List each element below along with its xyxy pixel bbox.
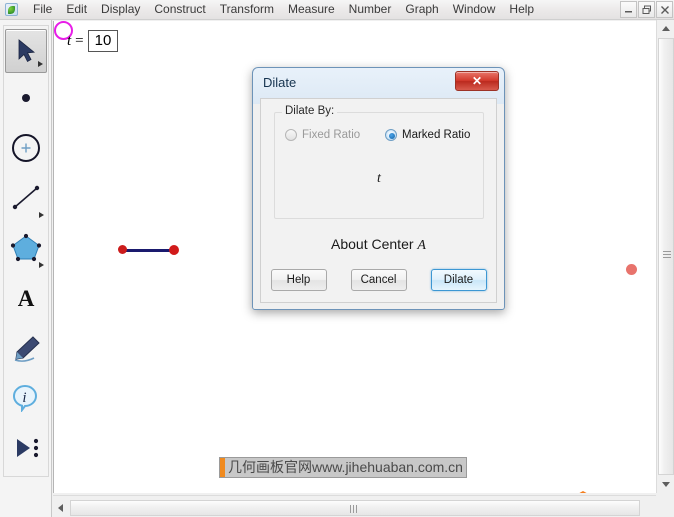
scroll-left-button[interactable] [53,499,69,516]
tools-palette-inner: A i [3,25,49,477]
menu-bar: File Edit Display Construct Transform Me… [0,0,674,20]
flyout-arrow-icon [39,212,44,218]
office-hexagon-icon [566,491,600,493]
point-endpoint-right-selected[interactable] [169,245,179,255]
play-dots-icon [17,438,39,458]
scroll-down-button[interactable] [657,476,674,493]
pentagon-icon [10,233,42,262]
application-window: File Edit Display Construct Transform Me… [0,0,674,517]
flyout-arrow-icon [39,262,44,268]
menu-transform[interactable]: Transform [213,0,281,19]
point-tool[interactable] [5,73,47,123]
dilate-dialog: Dilate ✕ Dilate By: Fixed Ratio Marked R… [252,67,505,310]
information-tool[interactable]: i [5,373,47,423]
tools-palette: A i [0,20,52,517]
menu-edit[interactable]: Edit [59,0,94,19]
cancel-button[interactable]: Cancel [350,269,407,291]
radio-fixed-ratio[interactable]: Fixed Ratio [285,129,360,141]
parameter-name: t [67,32,72,49]
menu-number[interactable]: Number [342,0,399,19]
flyout-arrow-icon [38,61,43,67]
circle-icon [12,134,40,162]
dilate-button[interactable]: Dilate [430,269,487,291]
arrow-select-tool[interactable] [5,29,47,73]
vertical-scroll-thumb[interactable] [658,38,674,475]
menu-construct[interactable]: Construct [147,0,212,19]
point-icon [22,94,30,102]
close-icon [660,5,669,14]
radio-fixed-ratio-label: Fixed Ratio [302,129,361,141]
menu-file[interactable]: File [26,0,59,19]
scroll-grip-icon [663,251,671,260]
marked-ratio-value: t [377,171,381,186]
geometers-sketchpad-icon [4,2,20,17]
radio-button-icon [285,129,297,141]
letter-a-icon: A [18,286,35,311]
svg-text:A: A [18,286,35,311]
menu-measure[interactable]: Measure [281,0,342,19]
scrollbar-corner [656,495,674,517]
dialog-body: Dilate By: Fixed Ratio Marked Ratio t Ab… [260,98,497,303]
dialog-close-button[interactable]: ✕ [455,71,499,91]
radio-marked-ratio-label: Marked Ratio [402,129,471,141]
minimize-icon [625,11,632,13]
menu-graph[interactable]: Graph [398,0,445,19]
dialog-title: Dilate [263,75,297,90]
dilate-by-group: Dilate By: Fixed Ratio Marked Ratio t [274,105,484,219]
scroll-up-button[interactable] [657,20,674,37]
point-endpoint-left[interactable] [118,245,127,254]
polygon-tool[interactable] [5,223,47,273]
about-center-label: About Center A [261,236,496,254]
compass-circle-tool[interactable] [5,123,47,173]
chevron-down-icon [661,481,670,487]
office-logo-line1: Office教程网 [605,493,656,494]
restore-icon [642,5,651,14]
dialog-button-row: Help Cancel Dilate [261,269,496,291]
straightedge-tool[interactable] [5,173,47,223]
text-tool[interactable]: A [5,273,47,323]
arrow-cursor-icon [18,39,36,63]
help-button[interactable]: Help [270,269,327,291]
info-balloon-icon: i [12,385,38,412]
horizontal-scroll-thumb[interactable] [70,500,640,516]
marker-tool[interactable] [5,323,47,373]
watermark-text: 几何画板官网www.jihehuaban.com.cn [228,459,463,475]
menu-display[interactable]: Display [94,0,147,19]
chevron-left-icon [58,503,63,512]
chevron-up-icon [661,25,670,31]
window-controls [620,1,673,18]
dilate-by-legend: Dilate By: [282,105,338,117]
office-logo-text: Office教程网 www.office26.com [605,493,656,494]
scroll-grip-icon [350,505,360,513]
radio-button-selected-icon [385,129,397,141]
about-center-prefix: About Center [331,236,418,252]
restore-button[interactable] [638,1,655,18]
custom-tool[interactable] [5,423,47,473]
parameter-measurement[interactable]: t = 10 [67,30,119,53]
horizontal-scrollbar[interactable] [53,495,656,517]
parameter-equals: = [75,32,84,49]
about-center-point: A [417,238,426,253]
menu-help[interactable]: Help [502,0,541,19]
minimize-button[interactable] [620,1,637,18]
close-button[interactable] [656,1,673,18]
office-tutorial-logo: Office教程网 www.office26.com [566,487,656,493]
parameter-value-box[interactable]: 10 [87,30,119,53]
menu-window[interactable]: Window [446,0,503,19]
watermark-banner: 几何画板官网www.jihehuaban.com.cn [219,457,467,478]
radio-marked-ratio[interactable]: Marked Ratio [385,129,470,141]
line-segment-icon [12,185,40,210]
svg-text:i: i [22,390,26,406]
vertical-scrollbar[interactable] [656,20,674,493]
point-far-right[interactable] [626,264,637,275]
pencil-icon [14,336,40,362]
